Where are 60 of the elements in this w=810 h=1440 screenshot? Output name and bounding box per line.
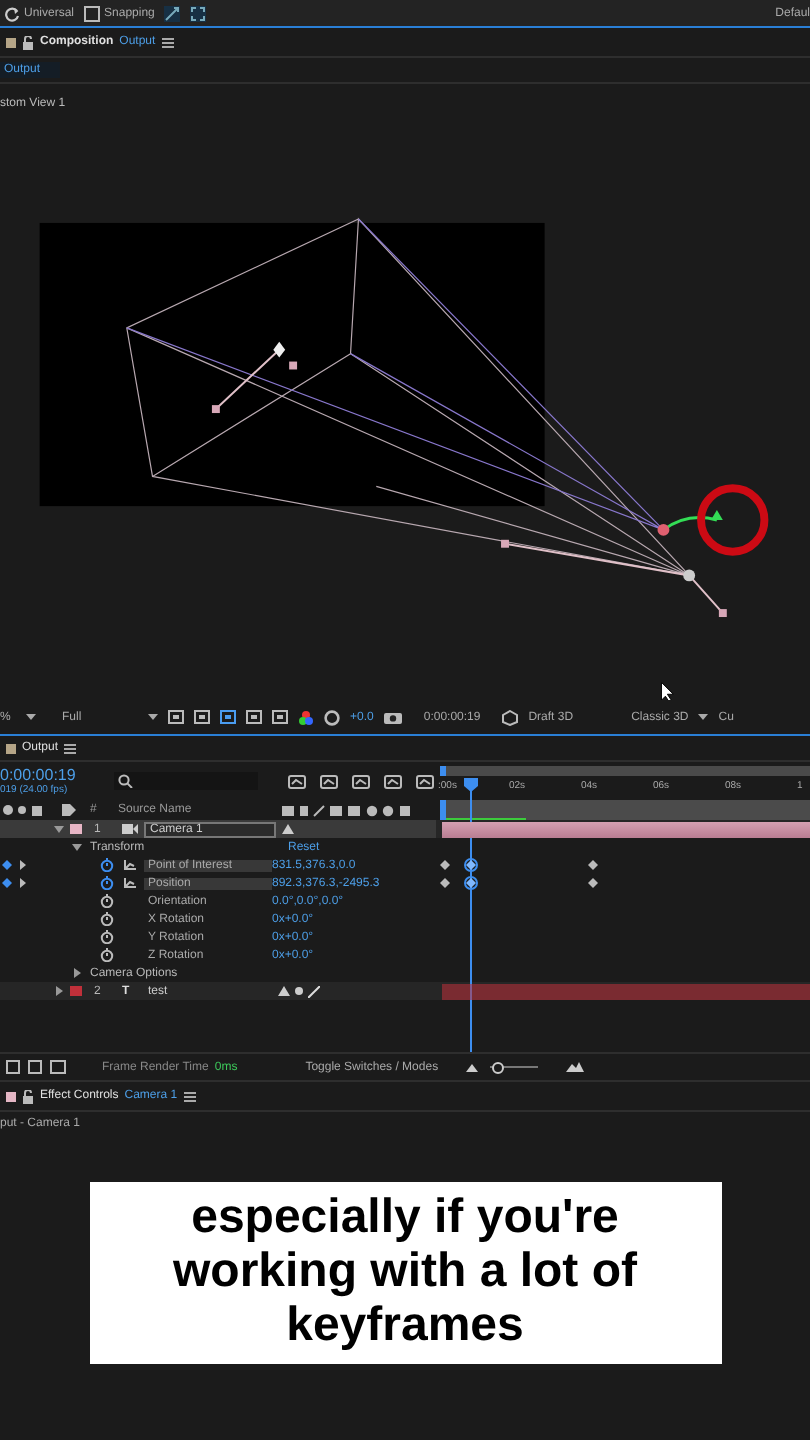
layer-switches-icon <box>282 803 410 817</box>
mask-icon[interactable] <box>220 710 236 724</box>
label-icon <box>62 804 76 816</box>
stopwatch-on-icon[interactable] <box>100 858 114 872</box>
pen-icon[interactable] <box>164 5 181 21</box>
caret-icon[interactable] <box>698 714 709 720</box>
label-color-swatch[interactable] <box>70 986 82 996</box>
quality-icon[interactable] <box>308 985 320 997</box>
layer-bar[interactable] <box>442 821 810 837</box>
switches-icon <box>2 804 46 816</box>
stopwatch-icon[interactable] <box>100 930 114 944</box>
stopwatch-icon[interactable] <box>100 948 114 962</box>
camera-icon <box>122 824 138 834</box>
search-icon <box>118 774 134 788</box>
lock-icon <box>22 1089 34 1103</box>
work-area-bar[interactable] <box>440 800 810 820</box>
menu-icon[interactable] <box>161 37 174 47</box>
stopwatch-icon[interactable] <box>100 894 114 908</box>
stopwatch-on-icon[interactable] <box>100 876 114 890</box>
caret-icon[interactable] <box>148 714 158 720</box>
region-icon[interactable] <box>168 710 184 724</box>
zoom-in-icon[interactable] <box>566 1062 585 1072</box>
rgb-channels-icon[interactable] <box>298 709 314 725</box>
caret-icon[interactable] <box>26 714 36 720</box>
exposure-icon[interactable] <box>324 709 340 725</box>
zoom-slider-thumb[interactable] <box>491 1062 504 1074</box>
stopwatch-icon[interactable] <box>100 912 114 926</box>
expand-arrow-icon[interactable] <box>72 968 82 978</box>
label-color-swatch[interactable] <box>70 824 82 834</box>
selected-keyframe-icon[interactable] <box>464 876 478 890</box>
grid-icon[interactable] <box>194 710 210 724</box>
highlight-circle <box>697 484 769 556</box>
camera-icon[interactable] <box>383 710 402 724</box>
graph-icon <box>124 860 136 870</box>
menu-icon[interactable] <box>183 1091 196 1101</box>
frame-icon[interactable] <box>246 710 262 724</box>
cube-icon[interactable] <box>502 709 519 725</box>
composition-flowchart-icon[interactable] <box>6 1060 66 1074</box>
refresh-icon[interactable] <box>4 5 20 21</box>
cursor-icon <box>660 681 674 700</box>
selected-keyframe-icon[interactable] <box>464 858 478 872</box>
panel-color-icon <box>6 743 16 753</box>
camera-wireframe-drawing[interactable] <box>126 217 727 617</box>
panel-color-icon <box>6 37 16 47</box>
lock-icon <box>22 35 34 49</box>
keyframe-nav-icon[interactable] <box>2 860 26 870</box>
monitor-icon[interactable] <box>272 710 288 724</box>
timecode[interactable]: 0:00:00:19 <box>0 766 100 784</box>
expand-arrow-icon[interactable] <box>54 986 64 996</box>
keyframe-nav-icon[interactable] <box>2 878 26 888</box>
menu-icon[interactable] <box>64 743 77 753</box>
collapse-arrow-icon[interactable] <box>72 842 82 852</box>
zoom-out-icon[interactable] <box>466 1063 479 1071</box>
checkbox[interactable] <box>84 5 101 21</box>
graph-icon <box>124 878 136 888</box>
panel-color-icon <box>6 1091 16 1101</box>
collapse-arrow-icon[interactable] <box>54 824 64 834</box>
search-field[interactable] <box>114 772 258 790</box>
caption: especially if you're working with a lot of keyframes <box>89 1182 721 1364</box>
expand-icon[interactable] <box>190 5 207 21</box>
